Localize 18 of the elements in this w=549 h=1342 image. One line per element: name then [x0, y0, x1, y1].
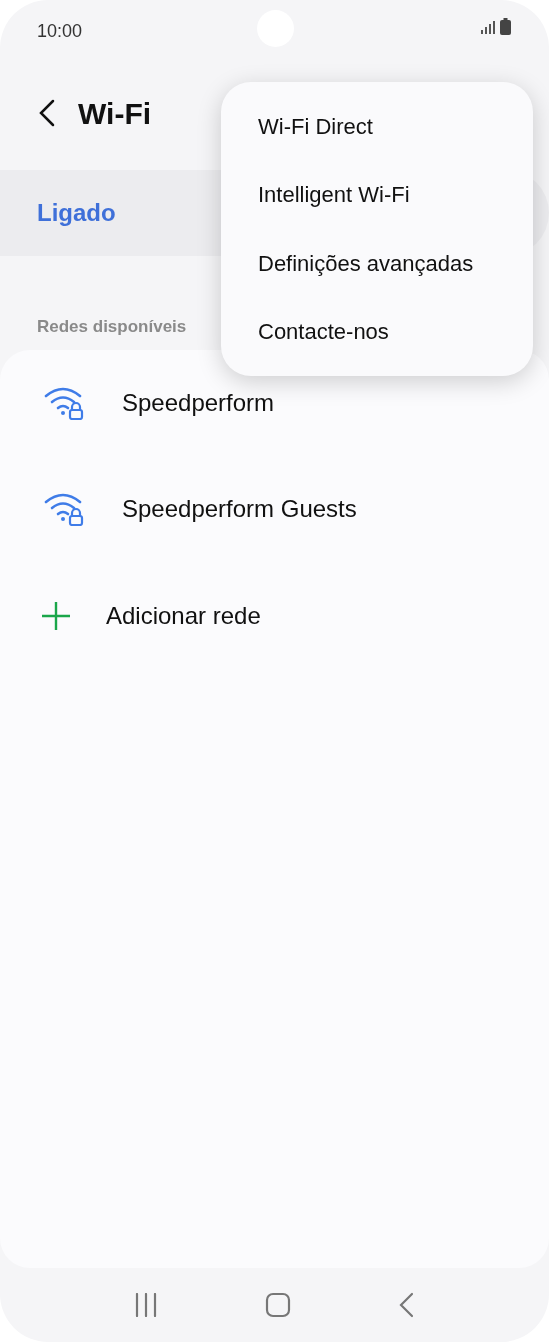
page-title: Wi-Fi [78, 95, 152, 132]
network-name[interactable]: Speedperform Guests [122, 491, 357, 527]
back-nav-button[interactable] [399, 1292, 416, 1318]
menu-item[interactable]: Intelligent Wi-Fi [221, 178, 533, 212]
home-button[interactable] [265, 1292, 292, 1318]
network-name[interactable]: Speedperform [122, 384, 275, 421]
recent-apps-button[interactable] [133, 1293, 158, 1317]
menu-item[interactable]: Definições avançadas [221, 246, 533, 280]
signal-icon [480, 19, 496, 34]
back-button[interactable] [38, 99, 56, 127]
switch-label: Ligado [37, 198, 116, 228]
add-network-link[interactable]: Adicionar rede [106, 598, 261, 634]
battery-icon [500, 18, 511, 35]
status-time: 10:00 [37, 20, 83, 43]
menu-item[interactable]: Wi-Fi Direct [221, 109, 533, 143]
add-icon [41, 601, 71, 631]
menu-item[interactable]: Contacte-nos [221, 315, 533, 349]
section-label: Redes disponíveis [37, 316, 187, 338]
